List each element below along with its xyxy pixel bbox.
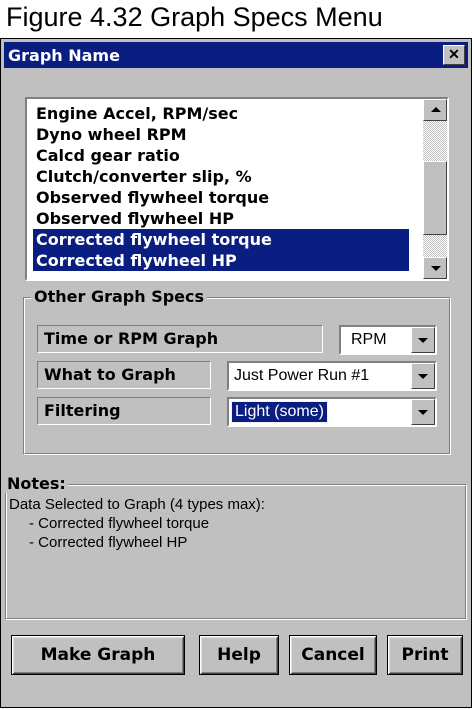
figure-caption: Figure 4.32 Graph Specs Menu: [6, 2, 383, 32]
chevron-down-icon: [418, 410, 428, 415]
list-item-selected[interactable]: Corrected flywheel HP: [33, 250, 409, 271]
close-button[interactable]: ✕: [443, 45, 465, 65]
list-item[interactable]: Clutch/converter slip, %: [33, 166, 409, 187]
chevron-down-icon: [418, 374, 428, 379]
list-item-selected[interactable]: Corrected flywheel torque: [33, 229, 409, 250]
arrow-down-icon: [431, 266, 441, 271]
filtering-value: Light (some): [231, 401, 328, 423]
list-item[interactable]: Calcd gear ratio: [33, 145, 409, 166]
scroll-down-button[interactable]: [423, 257, 447, 279]
filtering-label: Filtering: [37, 397, 211, 425]
time-or-rpm-label: Time or RPM Graph: [37, 325, 323, 353]
filtering-select[interactable]: Light (some): [227, 397, 437, 427]
notes-line: - Corrected flywheel torque: [29, 515, 210, 532]
list-item[interactable]: Dyno wheel RPM: [33, 124, 409, 145]
graph-name-listbox[interactable]: Engine Accel, RPM/sec Dyno wheel RPM Cal…: [25, 97, 449, 281]
close-icon: ✕: [448, 46, 460, 62]
chevron-down-icon: [418, 338, 428, 343]
title-bar[interactable]: Graph Name ✕: [4, 42, 468, 68]
print-button[interactable]: Print: [387, 635, 463, 675]
other-graph-specs-legend: Other Graph Specs: [31, 287, 208, 306]
list-item[interactable]: Observed flywheel HP: [33, 208, 409, 229]
filtering-dropdown-button[interactable]: [411, 399, 435, 425]
time-or-rpm-value: RPM: [351, 331, 387, 348]
what-to-graph-label: What to Graph: [37, 361, 211, 389]
notes-line: - Corrected flywheel HP: [29, 534, 188, 551]
list-scrollbar[interactable]: [423, 99, 447, 279]
notes-header: Data Selected to Graph (4 types max):: [9, 496, 265, 513]
list-item[interactable]: Observed flywheel torque: [33, 187, 409, 208]
help-button[interactable]: Help: [199, 635, 279, 675]
make-graph-button[interactable]: Make Graph: [11, 635, 185, 675]
window-title: Graph Name: [8, 46, 120, 65]
graph-specs-dialog: Graph Name ✕ Engine Accel, RPM/sec Dyno …: [0, 38, 472, 708]
time-or-rpm-dropdown-button[interactable]: [411, 327, 435, 353]
time-or-rpm-select[interactable]: RPM: [339, 325, 437, 355]
what-to-graph-dropdown-button[interactable]: [411, 363, 435, 389]
notes-title: Notes:: [5, 474, 68, 493]
scroll-up-button[interactable]: [423, 99, 447, 121]
what-to-graph-value: Just Power Run #1: [234, 367, 370, 384]
cancel-button[interactable]: Cancel: [289, 635, 377, 675]
list-item[interactable]: Engine Accel, RPM/sec: [33, 103, 409, 124]
scroll-thumb[interactable]: [423, 161, 447, 235]
what-to-graph-select[interactable]: Just Power Run #1: [227, 361, 437, 391]
arrow-up-icon: [431, 107, 441, 112]
